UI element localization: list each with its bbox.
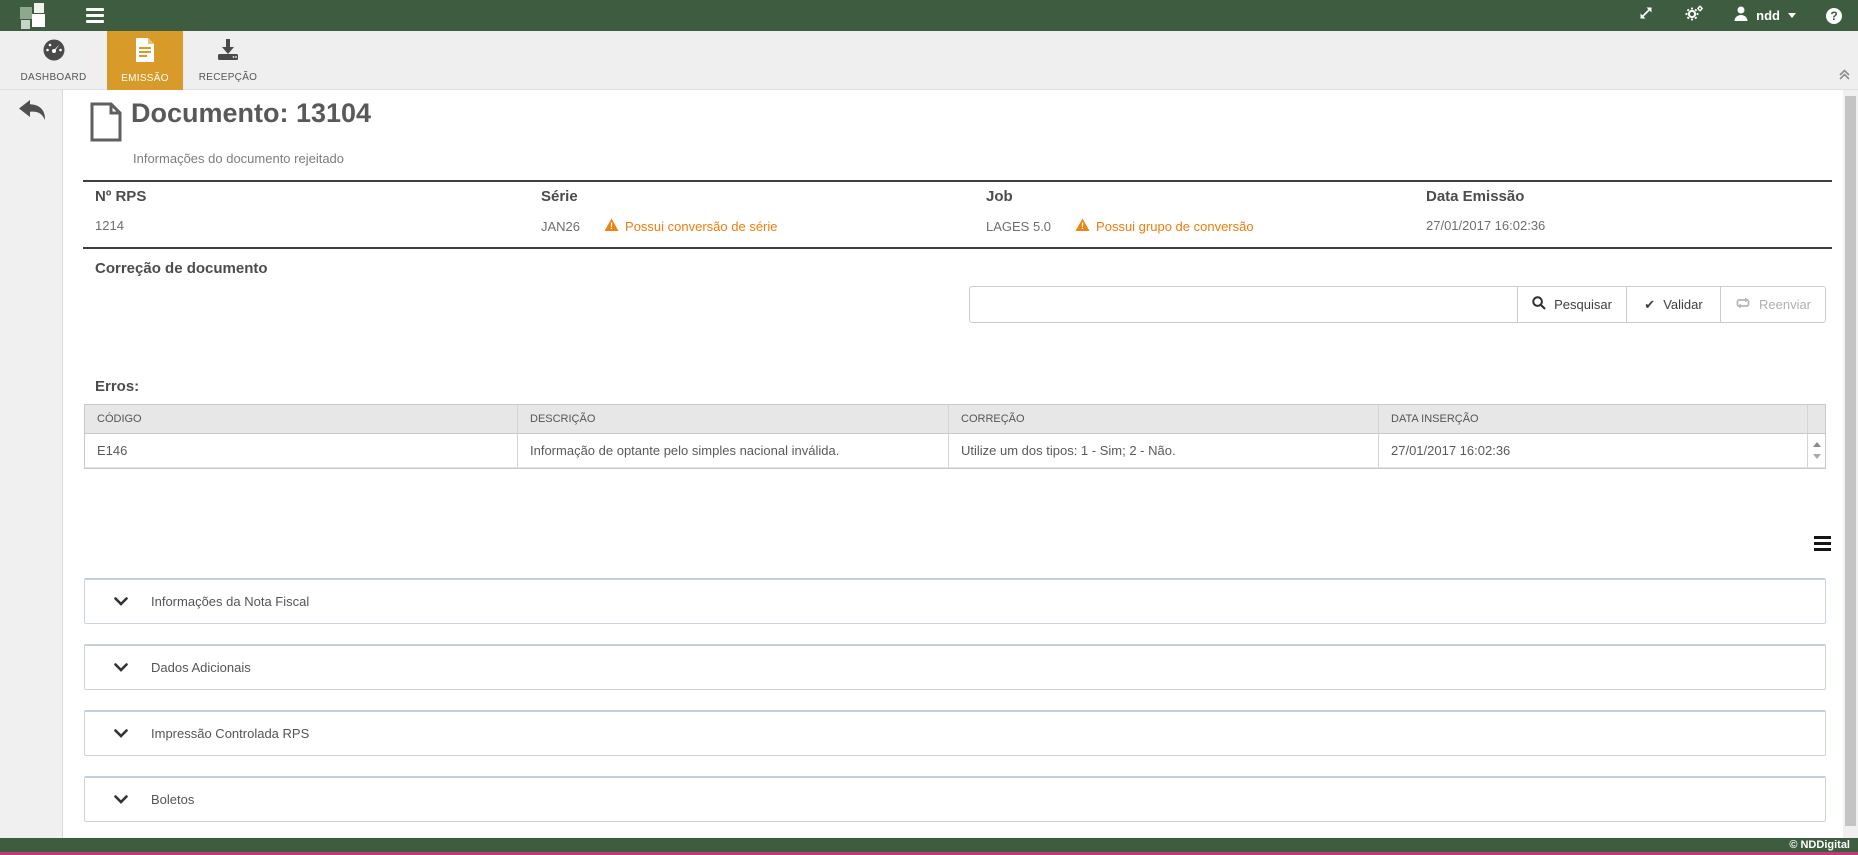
- warning-triangle-icon: !: [604, 218, 619, 235]
- chevron-down-icon: [114, 795, 128, 804]
- app-window: ndd ? DASHBOARD: [0, 0, 1858, 855]
- correction-section-title: Correção de documento: [95, 260, 268, 277]
- field-serie-warning: Possui conversão de série: [625, 219, 777, 234]
- page-outline-icon: [89, 102, 123, 147]
- document-file-icon: [134, 37, 156, 68]
- back-arrow-button[interactable]: [17, 99, 47, 129]
- field-data-emissao-value: 27/01/2017 16:02:36: [1426, 218, 1545, 233]
- reenviar-label: Reenviar: [1759, 297, 1811, 312]
- search-icon: [1532, 296, 1546, 313]
- field-serie-value: JAN26: [541, 219, 580, 234]
- menu-hamburger-icon[interactable]: [86, 8, 104, 23]
- correction-controls: Pesquisar ✔ Validar Reenviar: [969, 286, 1826, 323]
- ndd-logo-icon: [20, 2, 48, 29]
- error-row-descricao[interactable]: Informação de optante pelo simples nacio…: [518, 434, 949, 468]
- accordion-label: Dados Adicionais: [151, 660, 251, 675]
- errors-table: CÓDIGO DESCRIÇÃO CORREÇÃO DATA INSERÇÃO …: [84, 404, 1826, 469]
- page-title: Documento: 13104: [131, 98, 371, 129]
- copyright-text: © NDDigital: [1789, 839, 1850, 851]
- fullscreen-expand-icon[interactable]: [1638, 5, 1654, 26]
- accordion-impressao-controlada-rps[interactable]: Impressão Controlada RPS: [84, 710, 1826, 756]
- top-bar: ndd ?: [0, 0, 1858, 31]
- error-row-data-insercao[interactable]: 27/01/2017 16:02:36: [1379, 434, 1808, 468]
- help-icon[interactable]: ?: [1826, 8, 1842, 24]
- field-nrps-label: Nº RPS: [95, 188, 146, 205]
- chevron-down-icon: [114, 597, 128, 606]
- user-name: ndd: [1756, 8, 1780, 23]
- check-icon: ✔: [1644, 297, 1655, 313]
- field-data-emissao-label: Data Emissão: [1426, 188, 1545, 205]
- dashboard-gauge-icon: [41, 38, 67, 67]
- field-nrps-value: 1214: [95, 218, 124, 233]
- tab-emissao-label: EMISSÃO: [121, 73, 169, 84]
- field-serie: Série JAN26 ! Possui conversão de série: [541, 188, 778, 235]
- settings-gears-icon[interactable]: [1684, 5, 1704, 27]
- user-menu[interactable]: ndd: [1734, 6, 1796, 26]
- accordion-boletos[interactable]: Boletos: [84, 776, 1826, 822]
- field-job-label: Job: [986, 188, 1254, 205]
- tab-dashboard[interactable]: DASHBOARD: [0, 31, 107, 90]
- left-rail: [0, 90, 62, 838]
- accordion-label: Impressão Controlada RPS: [151, 726, 309, 741]
- collapse-panel-icon[interactable]: [1838, 68, 1851, 86]
- field-job-warning: Possui grupo de conversão: [1096, 219, 1254, 234]
- row-scroll-spinner[interactable]: [1808, 434, 1825, 468]
- tab-emissao-active[interactable]: EMISSÃO: [107, 31, 183, 90]
- chevron-down-icon: [114, 663, 128, 672]
- chevron-down-icon: [114, 729, 128, 738]
- column-header-codigo: CÓDIGO: [85, 405, 518, 434]
- svg-text:!: !: [1081, 221, 1084, 231]
- page-subtitle: Informações do documento rejeitado: [133, 151, 344, 166]
- field-nrps: Nº RPS 1214: [95, 188, 146, 233]
- scrollbar-thumb[interactable]: [1845, 96, 1856, 826]
- tab-dashboard-label: DASHBOARD: [20, 72, 86, 83]
- tab-recepcao-label: RECEPÇÃO: [199, 72, 258, 83]
- errors-section-title: Erros:: [95, 378, 139, 395]
- chevron-down-icon: [1788, 13, 1796, 18]
- accordion-dados-adicionais[interactable]: Dados Adicionais: [84, 644, 1826, 690]
- tab-recepcao[interactable]: RECEPÇÃO: [183, 31, 273, 90]
- context-menu-icon[interactable]: [1814, 536, 1831, 554]
- download-tray-icon: [215, 38, 241, 67]
- svg-text:!: !: [610, 221, 613, 231]
- validar-button[interactable]: ✔ Validar: [1626, 286, 1721, 323]
- column-header-spacer: [1808, 405, 1825, 434]
- spinner-down-icon[interactable]: [1813, 454, 1821, 459]
- vertical-scrollbar[interactable]: [1843, 90, 1858, 838]
- column-header-descricao: DESCRIÇÃO: [518, 405, 949, 434]
- accordion-label: Informações da Nota Fiscal: [151, 594, 309, 609]
- field-job: Job LAGES 5.0 ! Possui grupo de conversã…: [986, 188, 1254, 235]
- pesquisar-label: Pesquisar: [1554, 297, 1612, 312]
- divider: [83, 247, 1832, 249]
- error-row-codigo[interactable]: E146: [85, 434, 518, 468]
- field-data-emissao: Data Emissão 27/01/2017 16:02:36: [1426, 188, 1545, 233]
- accordion-label: Boletos: [151, 792, 194, 807]
- warning-triangle-icon: !: [1075, 218, 1090, 235]
- field-serie-label: Série: [541, 188, 778, 205]
- field-job-value: LAGES 5.0: [986, 219, 1051, 234]
- pesquisar-button[interactable]: Pesquisar: [1517, 286, 1627, 323]
- correction-input[interactable]: [969, 286, 1518, 323]
- document-detail-panel: Documento: 13104 Informações do document…: [62, 90, 1843, 838]
- accordion-informacoes-nota-fiscal[interactable]: Informações da Nota Fiscal: [84, 578, 1826, 624]
- user-avatar-icon: [1734, 6, 1748, 26]
- validar-label: Validar: [1663, 297, 1703, 312]
- footer-bar: © NDDigital: [0, 838, 1858, 852]
- column-header-data-insercao: DATA INSERÇÃO: [1379, 405, 1808, 434]
- error-row-correcao[interactable]: Utilize um dos tipos: 1 - Sim; 2 - Não.: [949, 434, 1379, 468]
- divider: [83, 180, 1832, 182]
- reenviar-button-disabled[interactable]: Reenviar: [1720, 286, 1826, 323]
- resend-repeat-icon: [1735, 297, 1751, 312]
- column-header-correcao: CORREÇÃO: [949, 405, 1379, 434]
- module-tabs: DASHBOARD EMISSÃO RECEPÇÃO: [0, 31, 1858, 90]
- spinner-up-icon[interactable]: [1813, 442, 1821, 447]
